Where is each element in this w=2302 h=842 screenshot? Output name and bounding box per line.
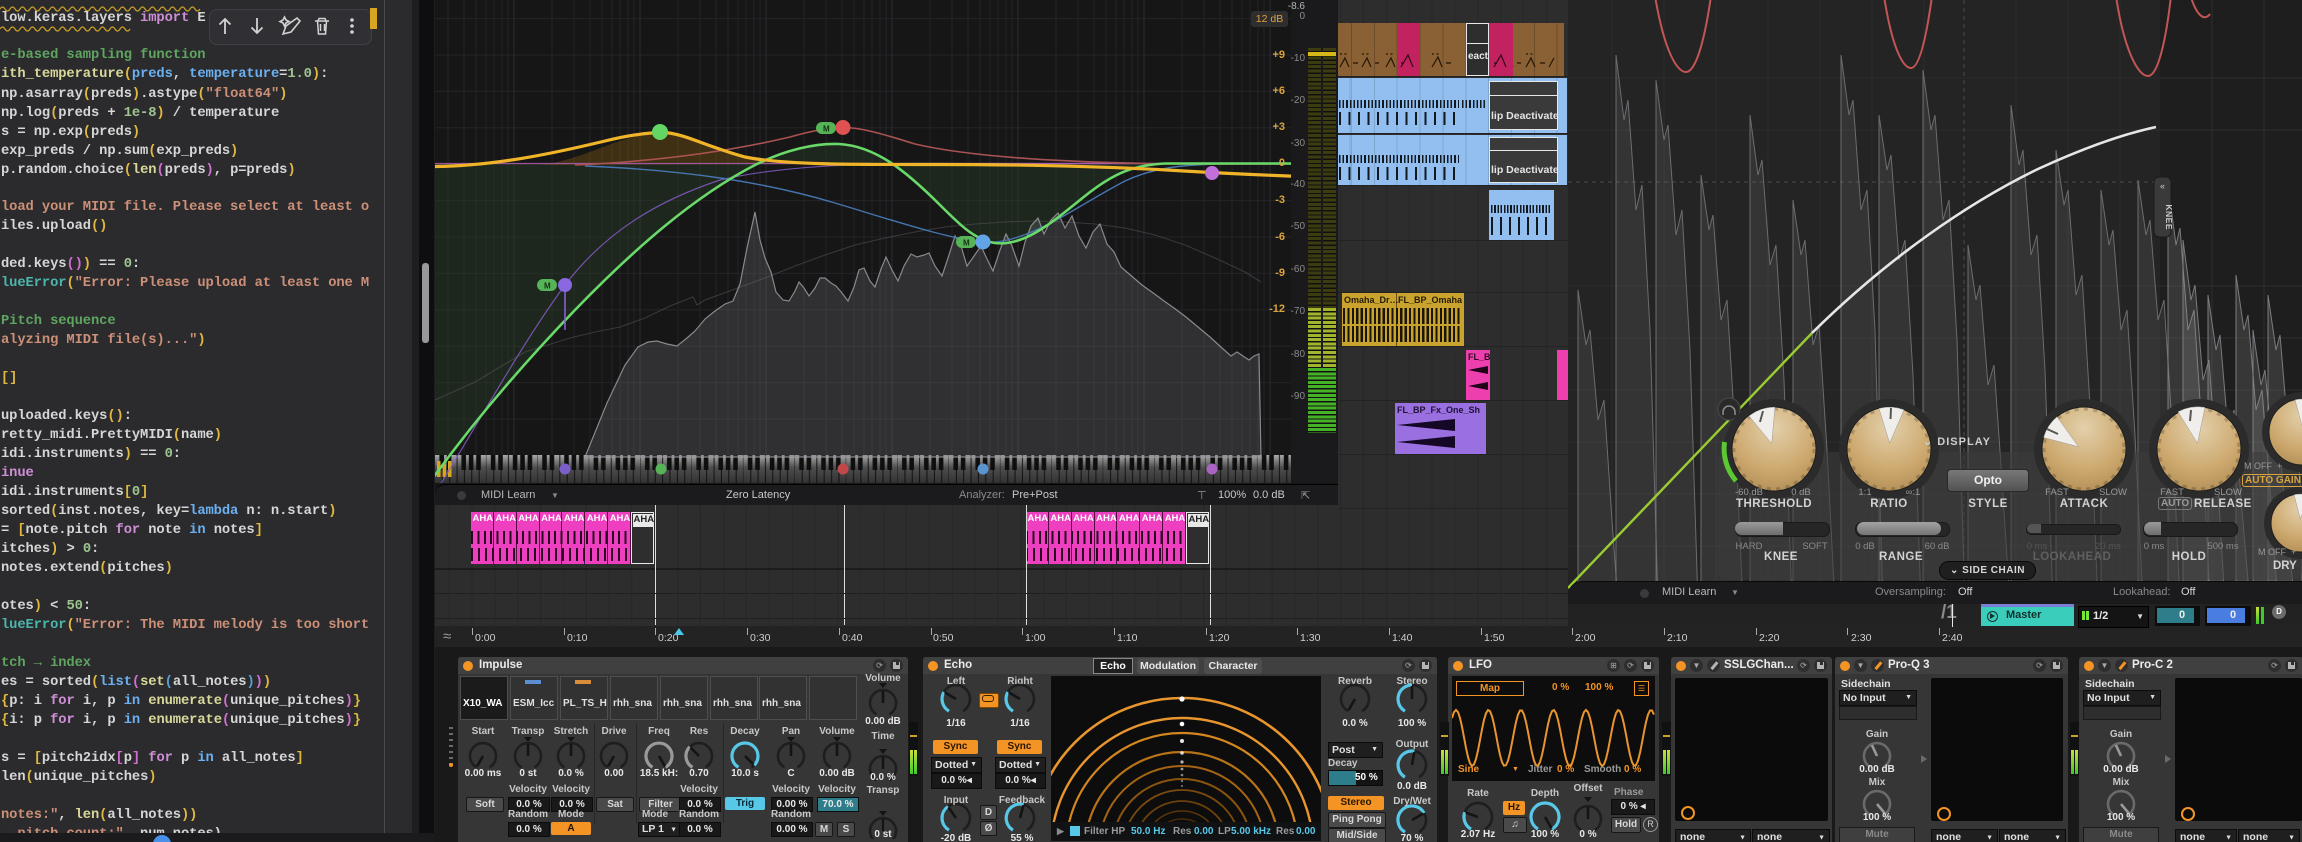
svg-text:M: M	[963, 239, 970, 248]
svg-text:«: «	[2160, 181, 2165, 191]
svg-text:M: M	[823, 125, 830, 134]
svg-text:M: M	[544, 282, 551, 291]
svg-text:KNEE: KNEE	[2164, 204, 2174, 230]
